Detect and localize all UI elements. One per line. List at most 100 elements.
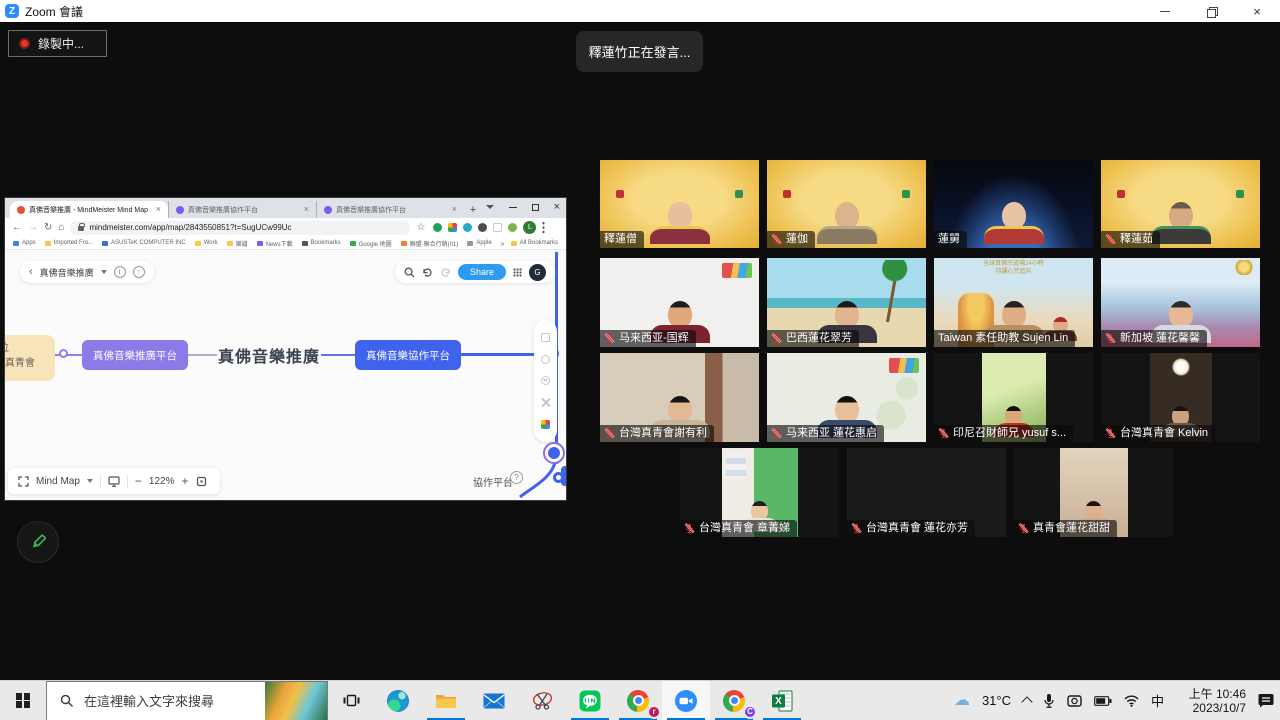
extension-icon-dark[interactable] xyxy=(478,223,487,232)
browser-maximize-icon[interactable] xyxy=(532,204,539,211)
participant-tile[interactable]: 蓮伽 xyxy=(767,160,926,248)
participant-tile[interactable]: 蓮舅 xyxy=(934,160,1093,248)
comment-bubble-icon[interactable] xyxy=(543,442,565,464)
restore-button[interactable] xyxy=(1188,0,1234,22)
help-icon[interactable]: ? xyxy=(510,471,523,484)
participant-tile[interactable]: 马来西亚 蓮花惠启 xyxy=(767,353,926,442)
taskbar-excel[interactable]: X xyxy=(758,681,806,720)
mindmap-node-platform[interactable]: 真佛音樂推廣平台 xyxy=(82,340,188,370)
participant-tile[interactable]: 釋蓮僧 xyxy=(600,160,759,248)
undo-icon[interactable] xyxy=(422,267,433,278)
ime-indicator[interactable]: 中 xyxy=(1151,691,1164,710)
zoom-in-button[interactable]: + xyxy=(182,475,189,487)
taskbar-edge[interactable] xyxy=(374,681,422,720)
annotate-button[interactable] xyxy=(17,521,59,563)
apps-grid-icon[interactable] xyxy=(513,268,522,277)
taskbar-snipping-tool[interactable] xyxy=(518,681,566,720)
participant-tile[interactable]: 新加坡 蓮花馨馨 xyxy=(1101,258,1260,347)
account-avatar[interactable]: G xyxy=(529,264,546,281)
zoom-out-button[interactable]: − xyxy=(135,475,142,487)
tab-search-icon[interactable] xyxy=(486,205,494,209)
extension-icon-box[interactable] xyxy=(493,223,502,232)
action-center-icon[interactable] xyxy=(1258,693,1274,708)
recorder-tray-icon[interactable] xyxy=(1067,694,1082,707)
participant-tile[interactable]: 台灣真青會謝有利 xyxy=(600,353,759,442)
taskbar-clock[interactable]: 上午 10:46 2023/10/7 xyxy=(1176,687,1246,715)
bookmark-item[interactable]: 聯盟·聯合行銷(01) xyxy=(401,239,459,248)
taskbar-chrome-profile-1[interactable]: r xyxy=(614,681,662,720)
upload-icon[interactable]: ↑ xyxy=(133,266,145,278)
integrations-icon[interactable] xyxy=(541,420,550,429)
taskbar-search-box[interactable]: 在這裡輸入文字來搜尋 xyxy=(46,681,328,720)
participant-tile[interactable]: 真青會蓮花甜甜 xyxy=(1014,448,1173,537)
tab-close-icon[interactable]: × xyxy=(304,205,309,214)
fit-screen-icon[interactable] xyxy=(196,476,207,487)
layout-icon[interactable] xyxy=(541,333,550,342)
extension-icon-android[interactable] xyxy=(508,223,517,232)
minimize-button[interactable] xyxy=(1142,0,1188,22)
bookmark-item[interactable]: 樂譜 xyxy=(227,239,248,248)
task-view-button[interactable] xyxy=(328,681,374,720)
bookmark-item[interactable]: Apps xyxy=(13,240,36,246)
share-button[interactable]: Share xyxy=(458,264,506,280)
battery-tray-icon[interactable] xyxy=(1094,696,1112,706)
browser-profile-avatar[interactable]: L xyxy=(523,221,536,234)
close-tools-icon[interactable] xyxy=(541,398,550,407)
participant-tile[interactable]: 台灣真青會 蓮花亦芳 xyxy=(847,448,1006,537)
participant-tile[interactable]: 印尼召財師兄 yusuf s... xyxy=(934,353,1093,442)
participant-tile[interactable]: 全球真佛宗道場24小時持誦心咒迴向Taiwan 素任助教 Sujen Lin xyxy=(934,258,1093,347)
participant-tile[interactable]: 台灣真青會 Kelvin xyxy=(1101,353,1260,442)
extension-icon-color[interactable] xyxy=(448,223,457,232)
presence-icon[interactable] xyxy=(541,355,550,364)
search-icon[interactable] xyxy=(404,267,415,278)
wifi-tray-icon[interactable] xyxy=(1124,695,1139,707)
mindmap-node-partial[interactable]: 位 +真青會 xyxy=(5,335,55,381)
taskbar-line-app[interactable] xyxy=(566,681,614,720)
url-bar[interactable]: mindmeister.com/app/map/2843550851?t=Sug… xyxy=(70,221,410,235)
browser-tab-2[interactable]: 真佛音樂推廣協作平台 × xyxy=(168,201,316,218)
mindmap-root-topic[interactable]: 真佛音樂推廣 xyxy=(217,345,321,365)
bookmark-item[interactable]: ASUSTeK COMPUTER INC xyxy=(102,240,186,246)
mindmap-breadcrumb[interactable]: ‹ 真佛音樂推廣 i ↑ xyxy=(20,261,154,283)
participant-tile[interactable]: 台灣真青會 章菁娣 xyxy=(680,448,839,537)
bookmark-item[interactable]: News下載 xyxy=(257,239,293,248)
bookmarks-overflow-icon[interactable]: » xyxy=(500,239,504,248)
mindmap-node-collab[interactable]: 真佛音樂協作平台 xyxy=(355,340,461,370)
presentation-icon[interactable] xyxy=(108,476,120,487)
start-button[interactable] xyxy=(0,681,46,720)
search-highlight-image[interactable] xyxy=(265,682,327,720)
microphone-tray-icon[interactable] xyxy=(1043,693,1055,709)
close-button[interactable]: × xyxy=(1234,0,1280,22)
view-mode-label[interactable]: Mind Map xyxy=(36,476,80,487)
browser-menu-icon[interactable] xyxy=(542,221,545,234)
home-icon[interactable]: ⌂ xyxy=(58,223,64,233)
participant-tile[interactable]: 釋蓮茹 xyxy=(1101,160,1260,248)
bookmark-item[interactable]: Google 地圖 xyxy=(350,239,392,248)
mindmap-node-partial-bottom[interactable]: 協作平台 xyxy=(473,474,513,489)
weather-icon[interactable]: ☁ xyxy=(954,693,970,709)
extension-icon-green[interactable] xyxy=(433,223,442,232)
browser-tab-active[interactable]: 真佛音樂推廣 - MindMeister Mind Map × xyxy=(10,201,168,218)
tab-close-icon[interactable]: × xyxy=(156,205,161,214)
extension-icon-teal[interactable] xyxy=(463,223,472,232)
browser-minimize-icon[interactable] xyxy=(509,207,517,208)
bookmark-item[interactable]: Work xyxy=(195,240,218,246)
bookmark-item[interactable]: Bookmarks xyxy=(302,240,341,246)
taskbar-zoom[interactable] xyxy=(662,681,710,720)
taskbar-chrome-profile-2[interactable]: C xyxy=(710,681,758,720)
tab-close-icon[interactable]: × xyxy=(452,205,457,214)
back-icon[interactable]: ‹ xyxy=(29,266,33,278)
weather-temperature[interactable]: 31°C xyxy=(982,693,1011,708)
browser-tab-3[interactable]: 真佛音樂推廣協作平台 × xyxy=(316,201,464,218)
browser-close-icon[interactable]: × xyxy=(554,202,560,213)
star-bookmark-icon[interactable]: ☆ xyxy=(416,223,425,233)
back-icon[interactable]: ← xyxy=(12,223,22,233)
mindmeister-canvas[interactable]: ‹ 真佛音樂推廣 i ↑ Share G 位 +真青會 真佛音樂推廣平台 xyxy=(5,250,566,500)
reactions-icon[interactable] xyxy=(541,376,550,385)
reload-icon[interactable]: ↻ xyxy=(44,223,52,233)
forward-icon[interactable]: → xyxy=(28,223,38,233)
redo-icon[interactable] xyxy=(440,267,451,278)
taskbar-file-explorer[interactable] xyxy=(422,681,470,720)
taskbar-mail[interactable] xyxy=(470,681,518,720)
hidden-icons-chevron[interactable] xyxy=(1021,696,1032,707)
